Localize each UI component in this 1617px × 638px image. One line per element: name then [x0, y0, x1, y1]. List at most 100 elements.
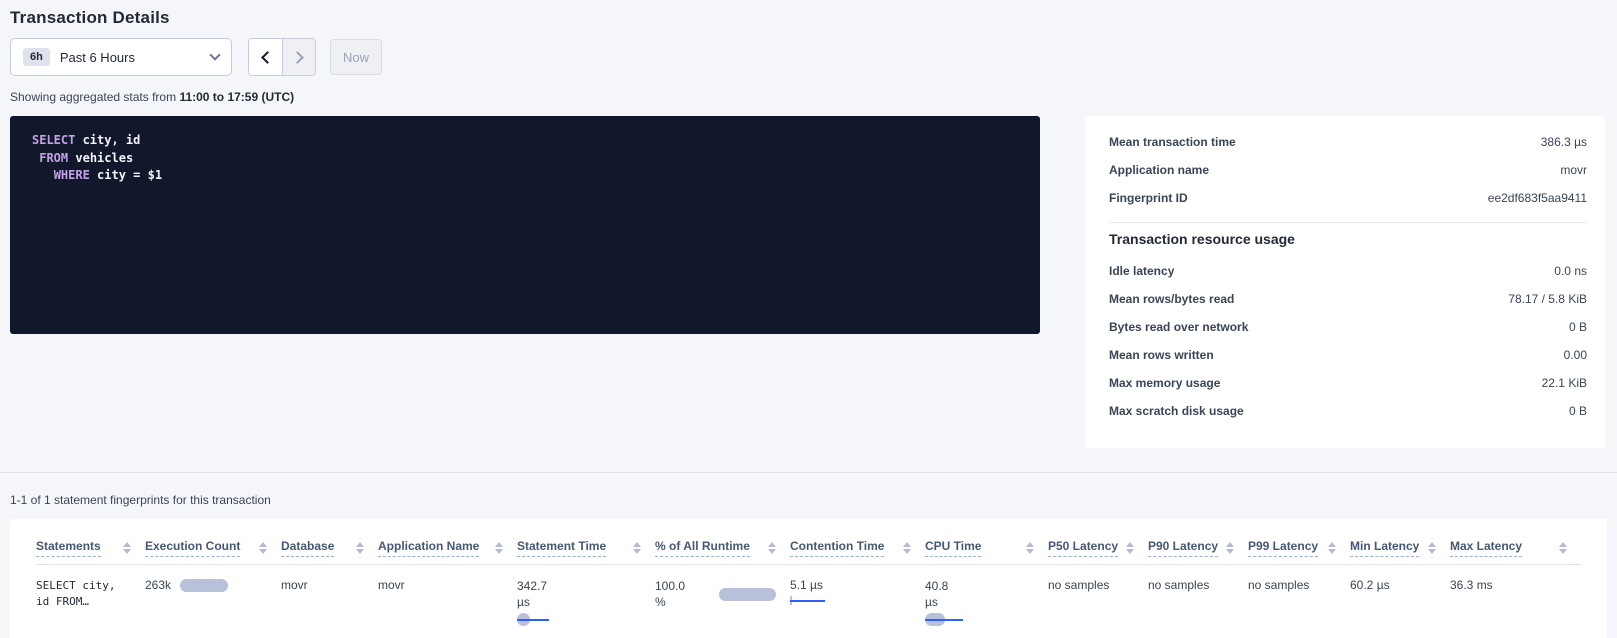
sort-icon[interactable]	[1428, 542, 1436, 554]
meta-row-bytes-read-over-network: Bytes read over network 0 B	[1109, 313, 1587, 341]
next-range-button[interactable]	[282, 39, 315, 75]
time-range-badge: 6h	[23, 48, 50, 66]
statements-table: Statements Execution Count Database Appl…	[36, 533, 1581, 638]
meta-row-application-name: Application name movr	[1109, 156, 1587, 184]
cell-min-latency: 60.2 µs	[1350, 565, 1450, 638]
execution-count-bar	[180, 579, 228, 592]
time-range-dropdown[interactable]: 6h Past 6 Hours	[10, 38, 232, 76]
meta-value: 0.0 ns	[1554, 264, 1587, 278]
contention-mean	[790, 600, 825, 602]
cell-max-latency: 36.3 ms	[1450, 565, 1581, 638]
statement-link[interactable]: SELECT city, id FROM…	[36, 578, 131, 610]
meta-label: Mean rows/bytes read	[1109, 292, 1234, 306]
meta-row-mean-rows-written: Mean rows written 0.00	[1109, 341, 1587, 369]
sort-icon[interactable]	[1026, 542, 1034, 554]
meta-label: Max memory usage	[1109, 376, 1220, 390]
column-header-percent-runtime[interactable]: % of All Runtime	[655, 533, 790, 565]
sort-icon[interactable]	[903, 542, 911, 554]
cell-database: movr	[281, 565, 378, 638]
caption-time-range: 11:00 to 17:59 (UTC)	[179, 90, 294, 104]
sort-icon[interactable]	[356, 542, 364, 554]
meta-divider	[1109, 222, 1587, 223]
transaction-details-page: Transaction Details 6h Past 6 Hours Now …	[0, 0, 1617, 638]
cell-percent-runtime: 100.0 %	[655, 565, 790, 638]
chevron-down-icon	[209, 49, 220, 60]
sort-icon[interactable]	[1559, 542, 1567, 554]
sort-icon[interactable]	[495, 542, 503, 554]
time-controls: 6h Past 6 Hours Now	[10, 38, 1607, 76]
statement-time-bar	[517, 613, 549, 626]
aggregated-stats-caption: Showing aggregated stats from 11:00 to 1…	[10, 90, 1607, 104]
sort-icon[interactable]	[259, 542, 267, 554]
column-header-statement-time[interactable]: Statement Time	[517, 533, 655, 565]
meta-value: 0.00	[1564, 348, 1587, 362]
meta-row-idle-latency: Idle latency 0.0 ns	[1109, 257, 1587, 285]
sort-icon[interactable]	[1328, 542, 1336, 554]
resource-usage-title: Transaction resource usage	[1109, 231, 1587, 247]
cell-statement[interactable]: SELECT city, id FROM…	[36, 565, 145, 638]
sql-line: SELECT city, id	[32, 133, 140, 147]
now-button[interactable]: Now	[330, 39, 382, 75]
sort-icon[interactable]	[633, 542, 641, 554]
chevron-right-icon	[291, 51, 304, 64]
summary-section: SELECT city, id FROM vehicles WHERE city…	[10, 116, 1607, 448]
transaction-meta-card: Mean transaction time 386.3 µs Applicati…	[1085, 116, 1605, 448]
column-header-min-latency[interactable]: Min Latency	[1350, 533, 1450, 565]
column-header-statements[interactable]: Statements	[36, 533, 145, 565]
previous-range-button[interactable]	[249, 39, 282, 75]
meta-value: movr	[1560, 163, 1587, 177]
sql-statement-box: SELECT city, id FROM vehicles WHERE city…	[10, 116, 1040, 334]
cell-p99-latency: no samples	[1248, 565, 1350, 638]
meta-label: Mean transaction time	[1109, 135, 1236, 149]
cell-p50-latency: no samples	[1048, 565, 1148, 638]
sort-icon[interactable]	[1226, 542, 1234, 554]
column-header-application-name[interactable]: Application Name	[378, 533, 517, 565]
caption-prefix: Showing aggregated stats from	[10, 90, 179, 104]
statement-time-mean	[517, 619, 549, 621]
meta-label: Max scratch disk usage	[1109, 404, 1244, 418]
meta-value: 78.17 / 5.8 KiB	[1508, 292, 1587, 306]
meta-value: 386.3 µs	[1541, 135, 1587, 149]
column-header-cpu-time[interactable]: CPU Time	[925, 533, 1048, 565]
sort-icon[interactable]	[123, 542, 131, 554]
meta-label: Application name	[1109, 163, 1209, 177]
page-title: Transaction Details	[10, 8, 1607, 28]
meta-label: Fingerprint ID	[1109, 191, 1188, 205]
cell-execution-count: 263k	[145, 565, 281, 638]
cell-p90-latency: no samples	[1148, 565, 1248, 638]
meta-label: Bytes read over network	[1109, 320, 1248, 334]
fingerprints-count-caption: 1-1 of 1 statement fingerprints for this…	[10, 493, 1607, 507]
meta-label: Idle latency	[1109, 264, 1174, 278]
meta-value: 0 B	[1569, 320, 1587, 334]
meta-row-mean-rows-bytes-read: Mean rows/bytes read 78.17 / 5.8 KiB	[1109, 285, 1587, 313]
meta-value: ee2df683f5aa9411	[1488, 191, 1587, 205]
meta-row-max-memory-usage: Max memory usage 22.1 KiB	[1109, 369, 1587, 397]
meta-value: 22.1 KiB	[1542, 376, 1587, 390]
table-header-row: Statements Execution Count Database Appl…	[36, 533, 1581, 565]
sort-icon[interactable]	[1126, 542, 1134, 554]
column-header-database[interactable]: Database	[281, 533, 378, 565]
section-divider	[0, 472, 1617, 473]
runtime-bar	[719, 588, 776, 601]
time-step-group	[248, 38, 316, 76]
column-header-p99-latency[interactable]: P99 Latency	[1248, 533, 1350, 565]
statement-row: SELECT city, id FROM… 263k movr movr 342…	[36, 565, 1581, 638]
column-header-p90-latency[interactable]: P90 Latency	[1148, 533, 1248, 565]
cpu-time-mean	[925, 619, 963, 621]
sql-line: FROM vehicles	[32, 151, 133, 165]
time-range-label: Past 6 Hours	[60, 50, 211, 65]
statements-table-card: Statements Execution Count Database Appl…	[10, 519, 1607, 638]
meta-row-max-scratch-disk-usage: Max scratch disk usage 0 B	[1109, 397, 1587, 425]
sort-icon[interactable]	[768, 542, 776, 554]
cell-cpu-time: 40.8 µs	[925, 565, 1048, 638]
sql-line: WHERE city = $1	[32, 168, 162, 182]
cpu-time-bar	[925, 613, 963, 626]
column-header-max-latency[interactable]: Max Latency	[1450, 533, 1581, 565]
column-header-p50-latency[interactable]: P50 Latency	[1048, 533, 1148, 565]
contention-time-bar	[790, 596, 825, 605]
column-header-contention-time[interactable]: Contention Time	[790, 533, 925, 565]
meta-label: Mean rows written	[1109, 348, 1214, 362]
column-header-execution-count[interactable]: Execution Count	[145, 533, 281, 565]
chevron-left-icon	[261, 51, 274, 64]
cell-contention-time: 5.1 µs	[790, 565, 925, 638]
